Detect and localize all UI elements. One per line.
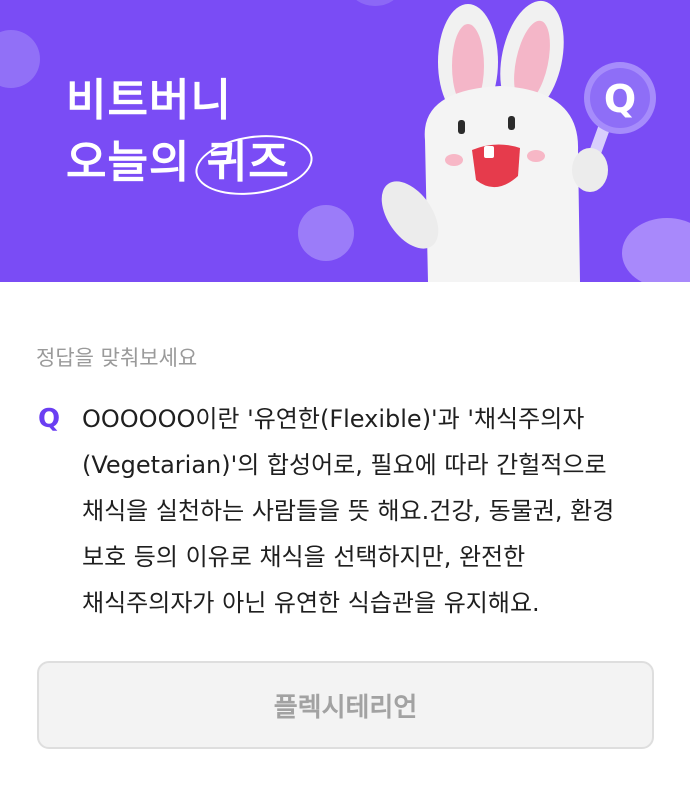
quiz-banner: 비트버니 오늘의 퀴즈 Q xyxy=(0,0,690,282)
hero-title-prefix: 오늘의 xyxy=(66,137,191,188)
quiz-content: 정답을 맞춰보세요 Q OOOOOO이란 '유연한(Flexible)'과 '채… xyxy=(0,282,690,786)
hero-title: 비트버니 오늘의 퀴즈 xyxy=(66,70,317,202)
quiz-instruction: 정답을 맞춰보세요 xyxy=(36,346,198,370)
coin-decoration xyxy=(0,30,40,88)
q-badge-letter: Q xyxy=(604,77,636,121)
question-mark-label: Q xyxy=(38,404,61,434)
hero-title-line2: 오늘의 퀴즈 xyxy=(66,128,317,202)
coin-decoration xyxy=(298,205,354,261)
question-text: OOOOOO이란 '유연한(Flexible)'과 '채식주의자(Vegetar… xyxy=(82,405,615,617)
bunny-mascot-illustration: Q xyxy=(381,0,656,282)
hero-title-highlight: 퀴즈 xyxy=(191,128,317,202)
hero-title-line1: 비트버니 xyxy=(66,75,232,126)
answer-button[interactable]: 플렉시테리언 xyxy=(37,661,654,749)
